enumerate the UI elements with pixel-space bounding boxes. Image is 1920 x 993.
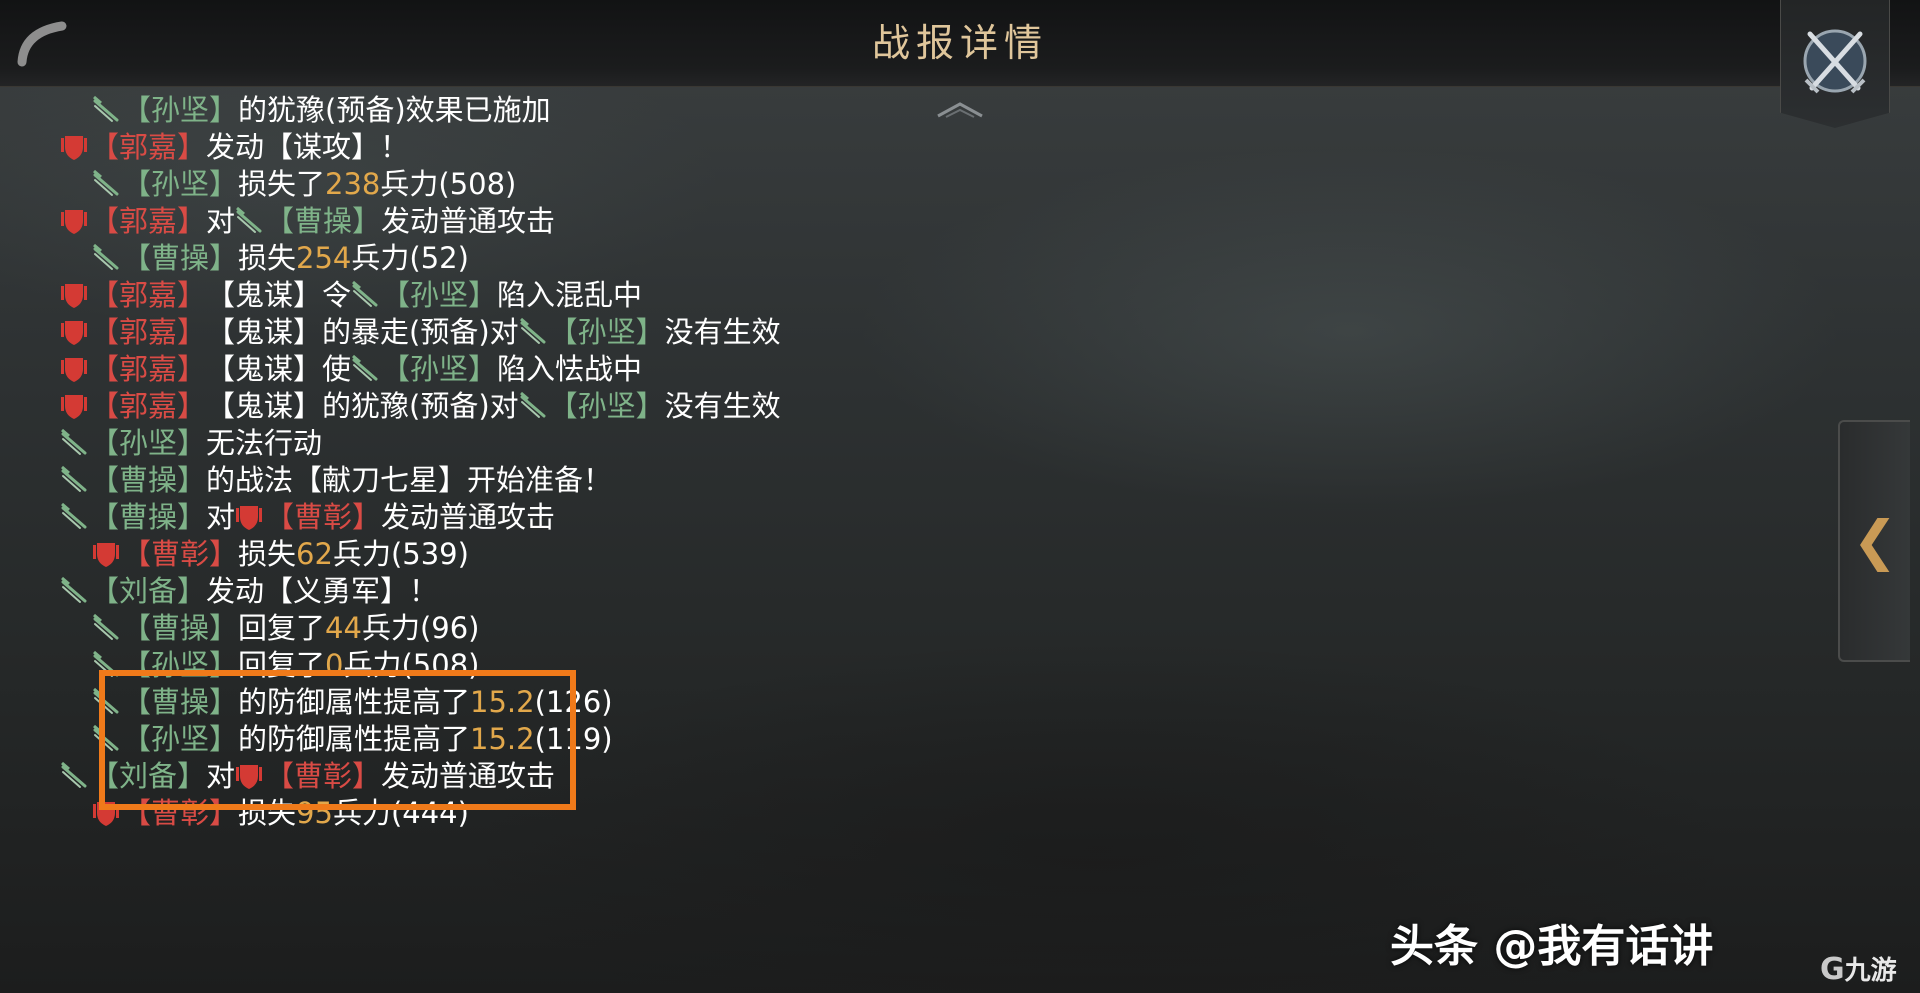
sword-icon <box>60 428 88 458</box>
site-logo: G九游 <box>1820 950 1897 987</box>
sword-icon <box>60 761 88 791</box>
shield-icon <box>60 391 88 421</box>
watermark: 头条 @我有话讲 <box>1390 921 1714 972</box>
back-button[interactable] <box>14 18 74 70</box>
sword-icon <box>60 465 88 495</box>
highlight-box <box>99 670 576 810</box>
battle-log: 【孙坚】 的犹豫(预备)效果已施加 【郭嘉】 发动【谋攻】！ 【孙坚】 损失了 238 兵力(… <box>0 86 1400 993</box>
shield-icon <box>60 354 88 384</box>
sword-icon <box>92 169 120 199</box>
shield-icon <box>235 502 263 532</box>
shield-icon <box>60 317 88 347</box>
sword-icon <box>92 95 120 125</box>
sword-icon <box>351 354 379 384</box>
close-button[interactable] <box>1796 22 1874 100</box>
side-panel-toggle[interactable]: ❮ <box>1838 420 1910 662</box>
logo-mark: G <box>1820 952 1845 987</box>
shield-icon <box>92 539 120 569</box>
sword-icon <box>92 613 120 643</box>
sword-icon <box>351 280 379 310</box>
crossed-swords-icon <box>1803 29 1867 94</box>
sword-icon <box>92 243 120 273</box>
sword-icon <box>235 206 263 236</box>
log-text: 没有生效 <box>664 389 781 423</box>
back-arc-icon <box>17 21 67 67</box>
sword-icon <box>60 502 88 532</box>
sword-icon <box>519 317 547 347</box>
sword-icon <box>519 391 547 421</box>
chevron-left-icon: ❮ <box>1852 509 1898 572</box>
log-text: 没有生效 <box>664 315 781 349</box>
page-title: 战报详情 <box>871 21 1048 65</box>
logo-text: 九游 <box>1844 956 1897 986</box>
shield-icon <box>60 206 88 236</box>
shield-icon <box>60 132 88 162</box>
sword-icon <box>60 576 88 606</box>
ally-name: 【孙坚】 <box>548 389 665 423</box>
shield-icon <box>60 280 88 310</box>
